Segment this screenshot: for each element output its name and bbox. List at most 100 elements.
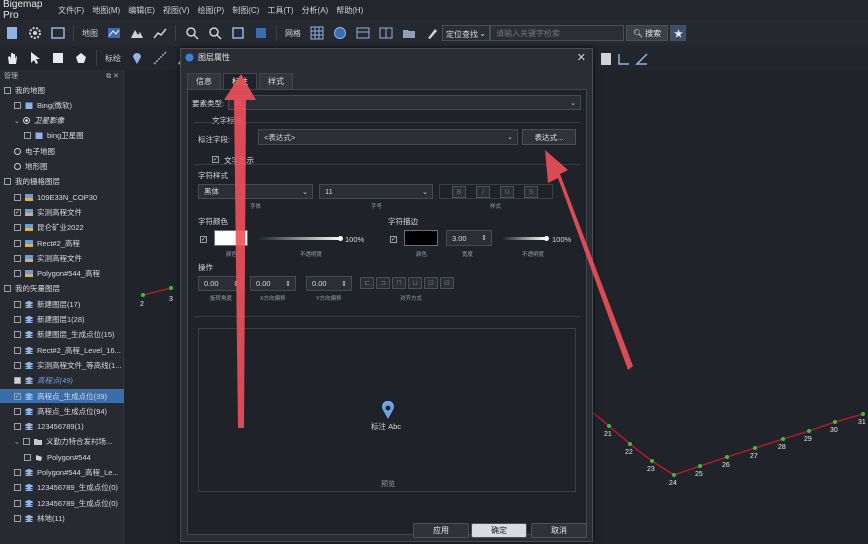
document-icon[interactable] xyxy=(598,51,613,66)
layer-tree-item[interactable]: 新建图层(17) xyxy=(0,297,124,311)
layer-tree-item[interactable]: 新建图层_生成点位(15) xyxy=(0,328,124,342)
close-icon[interactable]: ✕ xyxy=(577,51,586,64)
elevation-point[interactable] xyxy=(861,412,865,416)
bold-button[interactable]: B xyxy=(452,186,466,198)
layer-checkbox[interactable] xyxy=(23,438,30,446)
layer-tree-item[interactable]: 109E33N_COP30 xyxy=(0,190,124,204)
align-bottom-button[interactable]: ⊟ xyxy=(440,277,454,289)
stroke-opacity-slider[interactable] xyxy=(502,237,546,240)
angle-icon[interactable] xyxy=(634,51,649,66)
layer-tree-item[interactable]: 林地(11) xyxy=(0,511,124,525)
corner-icon[interactable] xyxy=(616,51,631,66)
elevation-point[interactable] xyxy=(807,429,811,433)
layer-checkbox[interactable] xyxy=(4,285,11,293)
label-field-select[interactable]: <表达式> ⌄ xyxy=(258,129,518,145)
layer-tree-item[interactable]: 地形图 xyxy=(0,160,124,174)
align-top-button[interactable]: ⊔ xyxy=(408,277,422,289)
favorite-star-button[interactable] xyxy=(670,25,686,41)
layer-checkbox[interactable] xyxy=(14,377,21,385)
menu-help[interactable]: 帮助(H) xyxy=(336,5,363,16)
search-button[interactable]: 🔍︎ 搜索 xyxy=(626,25,668,41)
layer-checkbox[interactable] xyxy=(14,469,21,476)
apply-button[interactable]: 应用 xyxy=(413,523,469,538)
settings-icon[interactable] xyxy=(27,26,42,41)
chevron-down-icon[interactable]: ⌄ xyxy=(14,117,21,125)
layer-tree-item[interactable]: 我的矢量图层 xyxy=(0,282,124,296)
shape-icon[interactable] xyxy=(73,51,88,66)
layer-checkbox[interactable] xyxy=(14,423,21,431)
layer-checkbox[interactable]: ✓ xyxy=(14,392,21,400)
elevation-point[interactable] xyxy=(781,437,785,441)
zoom-in-icon[interactable] xyxy=(184,26,199,41)
layer-tree-item[interactable]: 高程点(49) xyxy=(0,374,124,388)
char-opacity-handle[interactable] xyxy=(338,236,343,241)
polyline-icon[interactable] xyxy=(152,51,167,66)
layer-tree-item[interactable]: ✓ 高程点_生成点位(39) xyxy=(0,389,124,403)
layer-checkbox[interactable] xyxy=(14,193,21,201)
elevation-point[interactable] xyxy=(169,286,173,290)
layer-checkbox[interactable] xyxy=(14,346,21,354)
layer-tree-item[interactable]: ✓ 实测高程文件 xyxy=(0,205,124,219)
layer-tree-item[interactable]: Rect#2_高程 xyxy=(0,236,124,250)
layer-tree-item[interactable]: Polygon#544 xyxy=(0,450,124,464)
layer-tree-item[interactable]: 123456789_生成点位(0) xyxy=(0,496,124,510)
map-label[interactable]: 地图 xyxy=(82,28,98,39)
layer-tree-item[interactable]: Bing(微软) xyxy=(0,98,124,112)
x-offset-input[interactable]: 0.00 ⇕ xyxy=(250,276,296,291)
layer-tree-item[interactable]: Polygon#544_高程_Le... xyxy=(0,466,124,480)
elevation-point[interactable] xyxy=(628,442,632,446)
menu-draw[interactable]: 绘图(P) xyxy=(198,5,225,16)
layer-checkbox[interactable] xyxy=(14,316,21,323)
stroke-opacity-handle[interactable] xyxy=(544,236,549,241)
y-offset-input[interactable]: 0.00 ⇕ xyxy=(306,276,352,291)
menu-analysis[interactable]: 分析(A) xyxy=(302,5,329,16)
elevation-point[interactable] xyxy=(672,473,676,477)
layer-checkbox[interactable] xyxy=(14,361,21,369)
hand-pan-icon[interactable] xyxy=(4,51,19,66)
layer-checkbox[interactable] xyxy=(14,254,21,262)
layer-tree-item[interactable]: 我的地图 xyxy=(0,83,124,97)
char-opacity-slider[interactable] xyxy=(258,237,342,240)
grid-label[interactable]: 网格 xyxy=(285,28,301,39)
layer-checkbox[interactable] xyxy=(24,132,31,140)
fit-extent-icon[interactable] xyxy=(230,26,245,41)
select-icon[interactable] xyxy=(50,51,65,66)
folder-icon[interactable] xyxy=(401,26,416,41)
layer-tree-item[interactable]: 123456789_生成点位(0) xyxy=(0,481,124,495)
layer-checkbox[interactable] xyxy=(14,239,21,247)
chevron-down-icon[interactable]: ⌄ xyxy=(14,438,21,446)
align-left-button[interactable]: ⊏ xyxy=(360,277,374,289)
grid-icon[interactable] xyxy=(309,26,324,41)
tab-style[interactable]: 样式 xyxy=(259,73,293,89)
layer-checkbox[interactable] xyxy=(14,300,21,308)
font-select[interactable]: 黑体 ⌄ xyxy=(198,184,313,199)
layer-checkbox[interactable] xyxy=(24,453,31,461)
layer-tree-item[interactable]: ⌄ 义勤力特合发村场... xyxy=(0,435,124,449)
elevation-point[interactable] xyxy=(698,464,702,468)
layer-tree-item[interactable]: 实测高程文件_等高线(1... xyxy=(0,358,124,372)
layer-radio[interactable] xyxy=(14,163,21,170)
strikethrough-button[interactable]: S xyxy=(524,186,538,198)
char-color-checkbox[interactable]: ✓ xyxy=(200,236,207,243)
layer-tree-item[interactable]: Rect#2_高程_Level_16... xyxy=(0,343,124,357)
close-icon[interactable]: ✕ xyxy=(113,73,119,80)
full-extent-icon[interactable] xyxy=(253,26,268,41)
menu-view[interactable]: 视图(V) xyxy=(163,5,190,16)
layer-tree-item[interactable]: 新建图层1(28) xyxy=(0,313,124,327)
locate-dropdown[interactable]: 定位查找 ⌄ xyxy=(442,25,490,41)
layer-checkbox[interactable]: ✓ xyxy=(14,208,21,216)
elevation-point[interactable] xyxy=(833,420,837,424)
stroke-checkbox[interactable]: ✓ xyxy=(390,236,397,243)
zoom-out-icon[interactable] xyxy=(207,26,222,41)
underline-button[interactable]: U xyxy=(500,186,514,198)
globe-icon[interactable] xyxy=(332,26,347,41)
map-pin-icon[interactable] xyxy=(129,51,144,66)
layer-checkbox[interactable] xyxy=(4,86,11,94)
menu-cartography[interactable]: 制图(C) xyxy=(232,5,259,16)
elevation-point[interactable] xyxy=(650,459,654,463)
char-color-swatch[interactable] xyxy=(214,230,248,246)
align-right-button[interactable]: ⊓ xyxy=(392,277,406,289)
layer-tree-item[interactable]: ⌄ 卫星影像 xyxy=(0,114,124,128)
elevation-point[interactable] xyxy=(607,424,611,428)
layer-checkbox[interactable] xyxy=(14,407,21,415)
